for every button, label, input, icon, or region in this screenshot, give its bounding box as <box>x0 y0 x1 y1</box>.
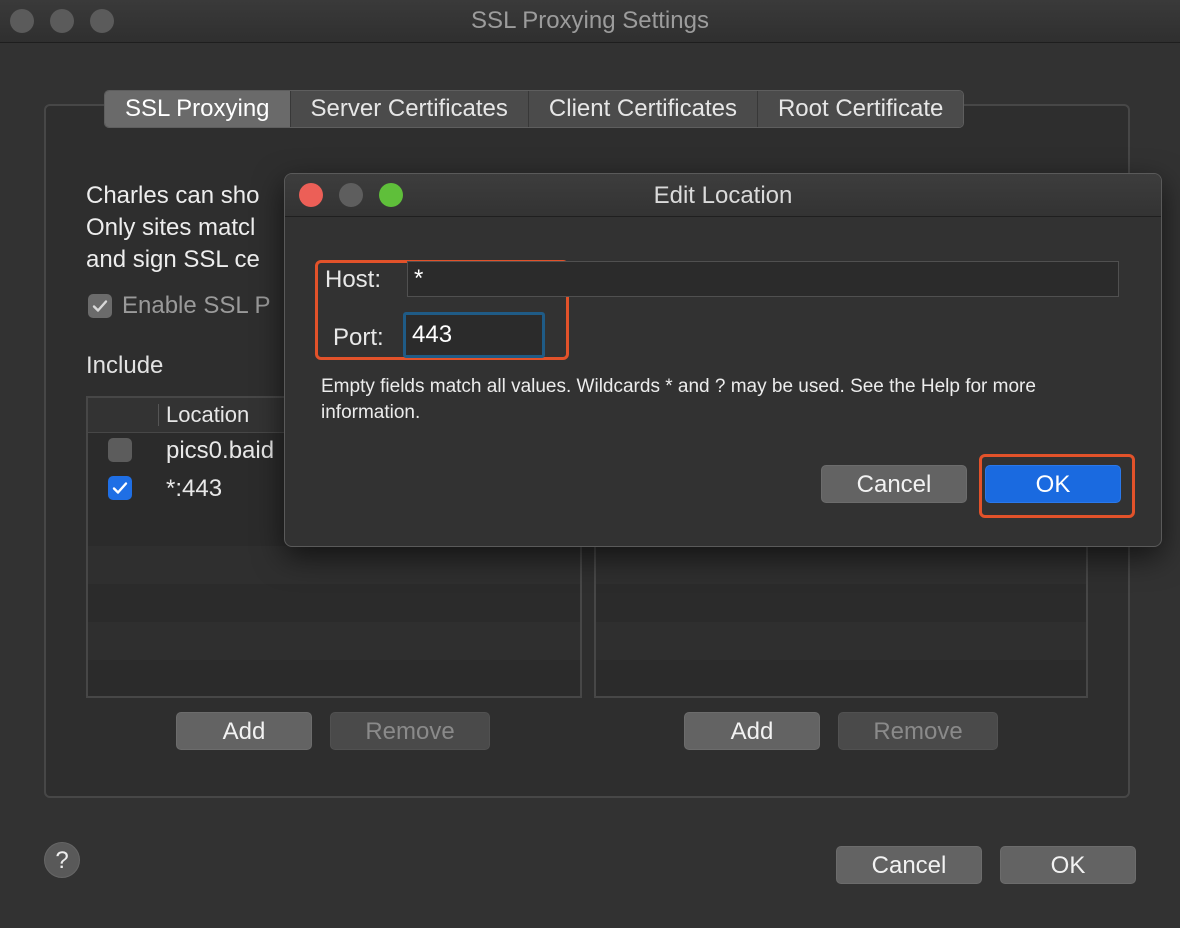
empty-row <box>596 546 1086 584</box>
cancel-button[interactable]: Cancel <box>836 846 982 884</box>
empty-row <box>88 622 580 660</box>
row-location: pics0.baid <box>166 437 275 464</box>
tab-ssl-proxying[interactable]: SSL Proxying <box>105 91 291 127</box>
enable-ssl-proxying-label: Enable SSL P <box>122 292 271 319</box>
edit-location-dialog: Edit Location Host: * Port: 443 Empty fi… <box>284 173 1162 547</box>
dialog-ok-button[interactable]: OK <box>985 465 1121 503</box>
tab-bar: SSL Proxying Server Certificates Client … <box>104 90 965 128</box>
help-button[interactable]: ? <box>44 842 80 878</box>
dialog-titlebar: Edit Location <box>285 174 1161 217</box>
enable-ssl-proxying-checkbox[interactable] <box>88 294 112 318</box>
row-enable-checkbox[interactable] <box>108 438 132 462</box>
tab-client-certificates[interactable]: Client Certificates <box>528 91 758 127</box>
host-input[interactable]: * <box>407 261 1119 297</box>
port-label: Port: <box>333 324 384 351</box>
dialog-cancel-button[interactable]: Cancel <box>821 465 967 503</box>
window-titlebar: SSL Proxying Settings <box>0 0 1180 43</box>
include-label: Include <box>86 352 164 379</box>
location-column-header[interactable]: Location <box>166 402 249 428</box>
ok-button[interactable]: OK <box>1000 846 1136 884</box>
exclude-remove-button[interactable]: Remove <box>838 712 998 750</box>
port-input[interactable]: 443 <box>403 312 545 358</box>
empty-row <box>596 622 1086 660</box>
checkmark-icon <box>92 300 108 312</box>
tab-root-certificate[interactable]: Root Certificate <box>757 91 964 127</box>
dialog-help-text: Empty fields match all values. Wildcards… <box>321 376 1036 423</box>
empty-row <box>88 546 580 584</box>
include-add-button[interactable]: Add <box>176 712 312 750</box>
tab-server-certificates[interactable]: Server Certificates <box>290 91 529 127</box>
checkmark-icon <box>112 482 128 494</box>
window-title: SSL Proxying Settings <box>471 7 709 34</box>
description-text: Charles can sho Only sites matcl and sig… <box>86 182 260 273</box>
row-location: *:443 <box>166 475 223 502</box>
host-label: Host: <box>325 266 382 293</box>
dialog-title: Edit Location <box>653 182 793 209</box>
enable-ssl-proxying-option[interactable]: Enable SSL P <box>88 292 271 320</box>
include-remove-button[interactable]: Remove <box>330 712 490 750</box>
row-enable-checkbox[interactable] <box>108 476 132 500</box>
exclude-add-button[interactable]: Add <box>684 712 820 750</box>
